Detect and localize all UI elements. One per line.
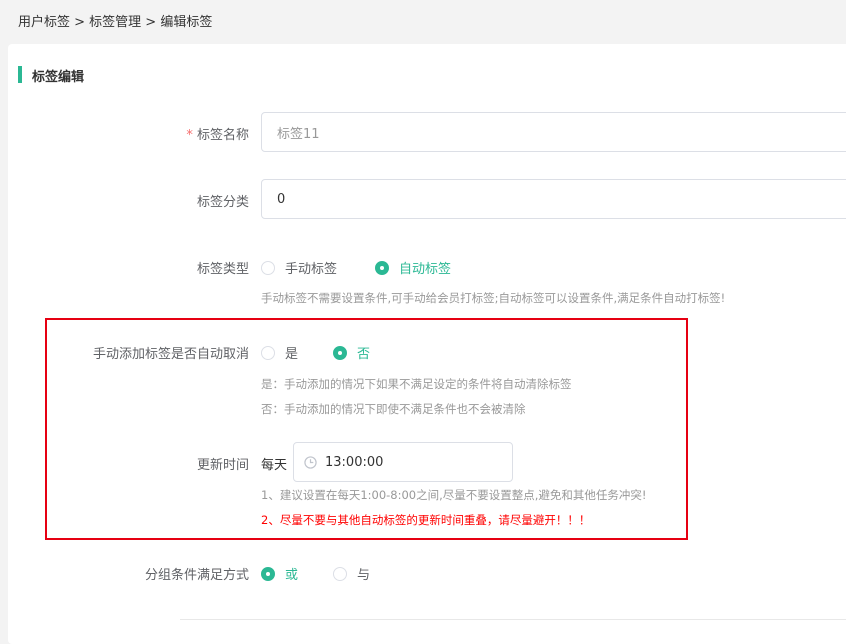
group-condition-label: 分组条件满足方式: [144, 568, 249, 583]
radio-manual-tag[interactable]: 手动标签: [261, 258, 337, 277]
radio-auto-cancel-no[interactable]: 否: [333, 343, 370, 362]
radio-label: 手动标签: [285, 262, 338, 277]
radio-auto-cancel-yes[interactable]: 是: [261, 343, 298, 362]
divider: [180, 619, 846, 620]
tag-name-label: * 标签名称: [9, 124, 249, 143]
auto-cancel-hint-yes: 是：手动添加的情况下如果不满足设定的条件将自动清除标签: [261, 377, 572, 391]
radio-checked-icon: [375, 260, 389, 275]
tag-name-input[interactable]: 标签11: [261, 112, 846, 152]
tag-category-input[interactable]: 0: [261, 179, 846, 219]
update-time-label: 更新时间: [196, 458, 249, 473]
radio-label: 或: [285, 568, 299, 583]
radio-checked-icon: [333, 345, 347, 360]
update-time-picker[interactable]: 13:00:00: [293, 442, 513, 482]
radio-checked-icon: [261, 566, 275, 581]
breadcrumb: 用户标签 > 标签管理 > 编辑标签: [18, 15, 213, 30]
section-accent-bar: [18, 66, 22, 83]
tag-category-label: 标签分类: [196, 195, 249, 210]
update-time-hint-1: 1、建议设置在每天1:00-8:00之间,尽量不要设置整点,避免和其他任务冲突!: [261, 488, 647, 502]
update-time-prefix: 每天: [261, 458, 288, 473]
radio-label: 与: [357, 568, 371, 583]
radio-group-or[interactable]: 或: [261, 564, 298, 583]
radio-circle-icon: [261, 260, 275, 275]
tag-type-label: 标签类型: [196, 262, 249, 277]
radio-group-and[interactable]: 与: [333, 564, 370, 583]
update-time-value: 13:00:00: [325, 454, 384, 470]
update-time-warning: 2、尽量不要与其他自动标签的更新时间重叠，请尽量避开！！！: [261, 513, 591, 527]
auto-cancel-label: 手动添加标签是否自动取消: [92, 347, 249, 362]
tag-type-hint: 手动标签不需要设置条件,可手动给会员打标签;自动标签可以设置条件,满足条件自动打…: [261, 291, 726, 305]
auto-cancel-hint-no: 否：手动添加的情况下即使不满足条件也不会被清除: [261, 402, 526, 416]
clock-icon: [304, 455, 317, 469]
radio-circle-icon: [333, 566, 347, 581]
radio-circle-icon: [261, 345, 275, 360]
radio-auto-tag[interactable]: 自动标签: [375, 258, 451, 277]
radio-label: 是: [285, 347, 299, 362]
radio-label: 否: [357, 347, 371, 362]
tag-name-label-text: 标签名称: [196, 128, 249, 143]
section-title: 标签编辑: [32, 70, 85, 85]
radio-label: 自动标签: [399, 262, 452, 277]
required-mark: *: [186, 128, 193, 143]
